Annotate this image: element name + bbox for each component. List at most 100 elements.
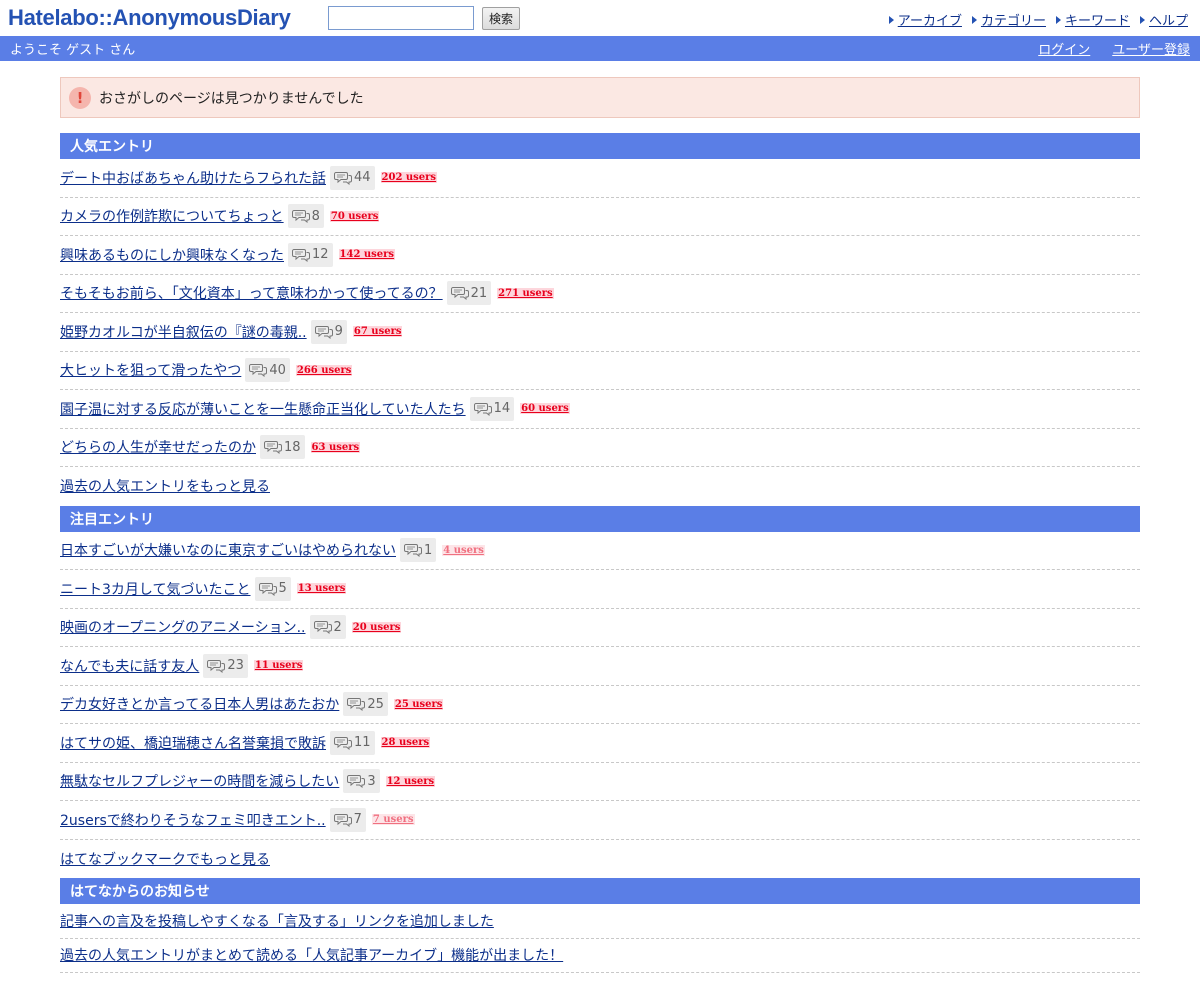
comment-count-badge[interactable]: 1 [400,538,437,563]
popular-list: デート中おばあちゃん助けたらフられた話 44 202 users カメラの作例詐欺につ… [60,159,1140,506]
comment-count: 1 [424,542,433,558]
site-header: Hatelabo::AnonymousDiary 検索 アーカイブ カテゴリー … [0,0,1200,36]
more-row: はてなブックマークでもっと見る [60,840,1140,879]
bookmark-users-link[interactable]: 63 users [310,441,361,453]
entry-title-link[interactable]: 大ヒットを狙って滑ったやつ [60,360,241,380]
login-link[interactable]: ログイン [1038,39,1090,58]
comment-count-badge[interactable]: 21 [446,281,492,306]
comment-icon [292,248,312,262]
entry-title-link[interactable]: そもそもお前ら、「文化資本」って意味わかって使ってるの？ [60,283,443,303]
nav-keyword[interactable]: キーワード [1055,10,1130,29]
entry-title-link[interactable]: デート中おばあちゃん助けたらフられた話 [60,168,326,188]
popular-heading: 人気エントリ [60,133,1140,159]
bookmark-users-link[interactable]: 4 users [442,544,485,556]
bookmark-users-link[interactable]: 70 users [329,210,380,222]
triangle-right-icon [888,15,894,24]
comment-icon [291,209,312,224]
search-button[interactable]: 検索 [482,7,521,30]
comment-count-badge[interactable]: 44 [330,165,375,190]
entry-title-link[interactable]: 映画のオープニングのアニメーション.. [60,617,306,637]
comment-icon [334,736,354,750]
bookmark-users-link[interactable]: 11 users [253,660,304,672]
bookmark-users-link[interactable]: 12 users [385,775,436,787]
bookmark-users-link[interactable]: 25 users [393,698,444,710]
nav-archive-label: アーカイブ [897,14,962,29]
comment-icon [334,171,354,185]
site-logo[interactable]: Hatelabo::AnonymousDiary [8,5,291,31]
list-item: ニート3カ月して気づいたこと 5 13 users [60,570,1140,609]
list-item: 姫野カオルコが半自叙伝の『謎の毒親.. 9 67 users [60,313,1140,352]
comment-icon [249,363,269,378]
comment-icon [258,582,279,596]
search-input[interactable] [328,6,474,30]
entry-title-link[interactable]: カメラの作例詐欺についてちょっと [60,206,284,226]
entry-title-link[interactable]: 2usersで終わりそうなフェミ叩きエント.. [60,810,326,830]
comment-count-badge[interactable]: 9 [310,319,347,344]
list-item: 無駄なセルフプレジャーの時間を減らしたい 3 12 users [60,763,1140,801]
comment-icon [264,440,284,455]
comment-count-badge[interactable]: 8 [287,204,324,229]
nav-help[interactable]: ヘルプ [1139,10,1188,29]
comment-icon [347,697,367,712]
comment-count-badge[interactable]: 5 [254,576,291,601]
bookmark-users-link[interactable]: 60 users [520,403,570,415]
comment-count-badge[interactable]: 11 [330,730,375,755]
comment-count: 8 [311,208,320,224]
register-link[interactable]: ユーザー登録 [1112,39,1190,58]
user-bar: ようこそ ゲスト さん ログイン ユーザー登録 [0,36,1200,61]
comment-count-badge[interactable]: 25 [343,692,388,717]
comment-icon [450,286,471,301]
list-item: 過去の人気エントリがまとめて読める「人気記事アーカイブ」機能が出ました！ [60,939,1140,973]
comment-count-badge[interactable]: 12 [288,242,333,267]
comment-count: 21 [470,285,488,301]
comment-count: 23 [227,658,244,674]
nav-archive[interactable]: アーカイブ [888,10,962,29]
comment-icon [347,774,367,789]
comment-icon [333,813,354,827]
comment-count-badge[interactable]: 7 [329,807,366,832]
comment-count-badge[interactable]: 2 [309,615,346,640]
comment-count-badge[interactable]: 40 [245,358,290,383]
list-item: そもそもお前ら、「文化資本」って意味わかって使ってるの？ 21 271 users [60,275,1140,313]
comment-icon [314,325,335,339]
bookmark-users-link[interactable]: 142 users [338,249,396,261]
bookmark-users-link[interactable]: 202 users [380,172,438,184]
bookmark-users-link[interactable]: 67 users [352,326,403,338]
nav-help-label: ヘルプ [1148,14,1188,29]
featured-list: 日本すごいが大嫌いなのに東京すごいはやめられない 1 4 users ニート3カ月して… [60,532,1140,879]
entry-title-link[interactable]: デカ女好きとか言ってる日本人男はあたおか [60,694,339,714]
entry-title-link[interactable]: ニート3カ月して気づいたこと [60,579,251,599]
bookmark-users-link[interactable]: 271 users [497,287,554,299]
entry-title-link[interactable]: どちらの人生が幸せだったのか [60,437,256,457]
list-item: デカ女好きとか言ってる日本人男はあたおか 25 25 users [60,686,1140,724]
comment-count-badge[interactable]: 18 [260,435,305,460]
bookmark-users-link[interactable]: 266 users [295,364,353,376]
comment-count: 5 [278,581,287,597]
entry-title-link[interactable]: 記事への言及を投稿しやすくなる「言及する」リンクを追加しました [60,911,494,931]
entry-title-link[interactable]: 過去の人気エントリがまとめて読める「人気記事アーカイブ」機能が出ました！ [60,945,563,965]
entry-title-link[interactable]: なんでも夫に話す友人 [60,656,199,676]
comment-count-badge[interactable]: 3 [343,769,380,794]
bookmark-users-link[interactable]: 20 users [351,621,402,633]
exclamation-icon: ! [69,86,91,109]
comment-count-badge[interactable]: 14 [469,396,515,421]
entry-title-link[interactable]: 興味あるものにしか興味なくなった [60,245,284,265]
comment-count: 2 [333,619,342,635]
bookmark-users-link[interactable]: 7 users [371,814,415,826]
entry-title-link[interactable]: 園子温に対する反応が薄いことを一生懸命正当化していた人たち [60,399,466,419]
user-links: ログイン ユーザー登録 [1038,39,1190,58]
entry-title-link[interactable]: 日本すごいが大嫌いなのに東京すごいはやめられない [60,540,396,560]
more-link[interactable]: はてなブックマークでもっと見る [60,849,270,869]
more-link[interactable]: 過去の人気エントリをもっと見る [60,476,270,496]
entry-title-link[interactable]: 無駄なセルフプレジャーの時間を減らしたい [60,771,339,791]
bookmark-users-link[interactable]: 28 users [380,737,431,749]
list-item: なんでも夫に話す友人 23 11 users [60,647,1140,686]
welcome-text: ようこそ ゲスト さん [10,43,136,58]
comment-count-badge[interactable]: 23 [203,653,248,678]
bookmark-users-link[interactable]: 13 users [296,583,347,595]
entry-title-link[interactable]: 姫野カオルコが半自叙伝の『謎の毒親.. [60,322,307,342]
nav-category[interactable]: カテゴリー [971,10,1046,29]
entry-title-link[interactable]: はてサの姫、橋迫瑞穂さん名誉棄損で敗訴 [60,733,326,753]
notice-list: 記事への言及を投稿しやすくなる「言及する」リンクを追加しました過去の人気エントリ… [60,904,1140,973]
comment-count: 25 [367,696,384,712]
